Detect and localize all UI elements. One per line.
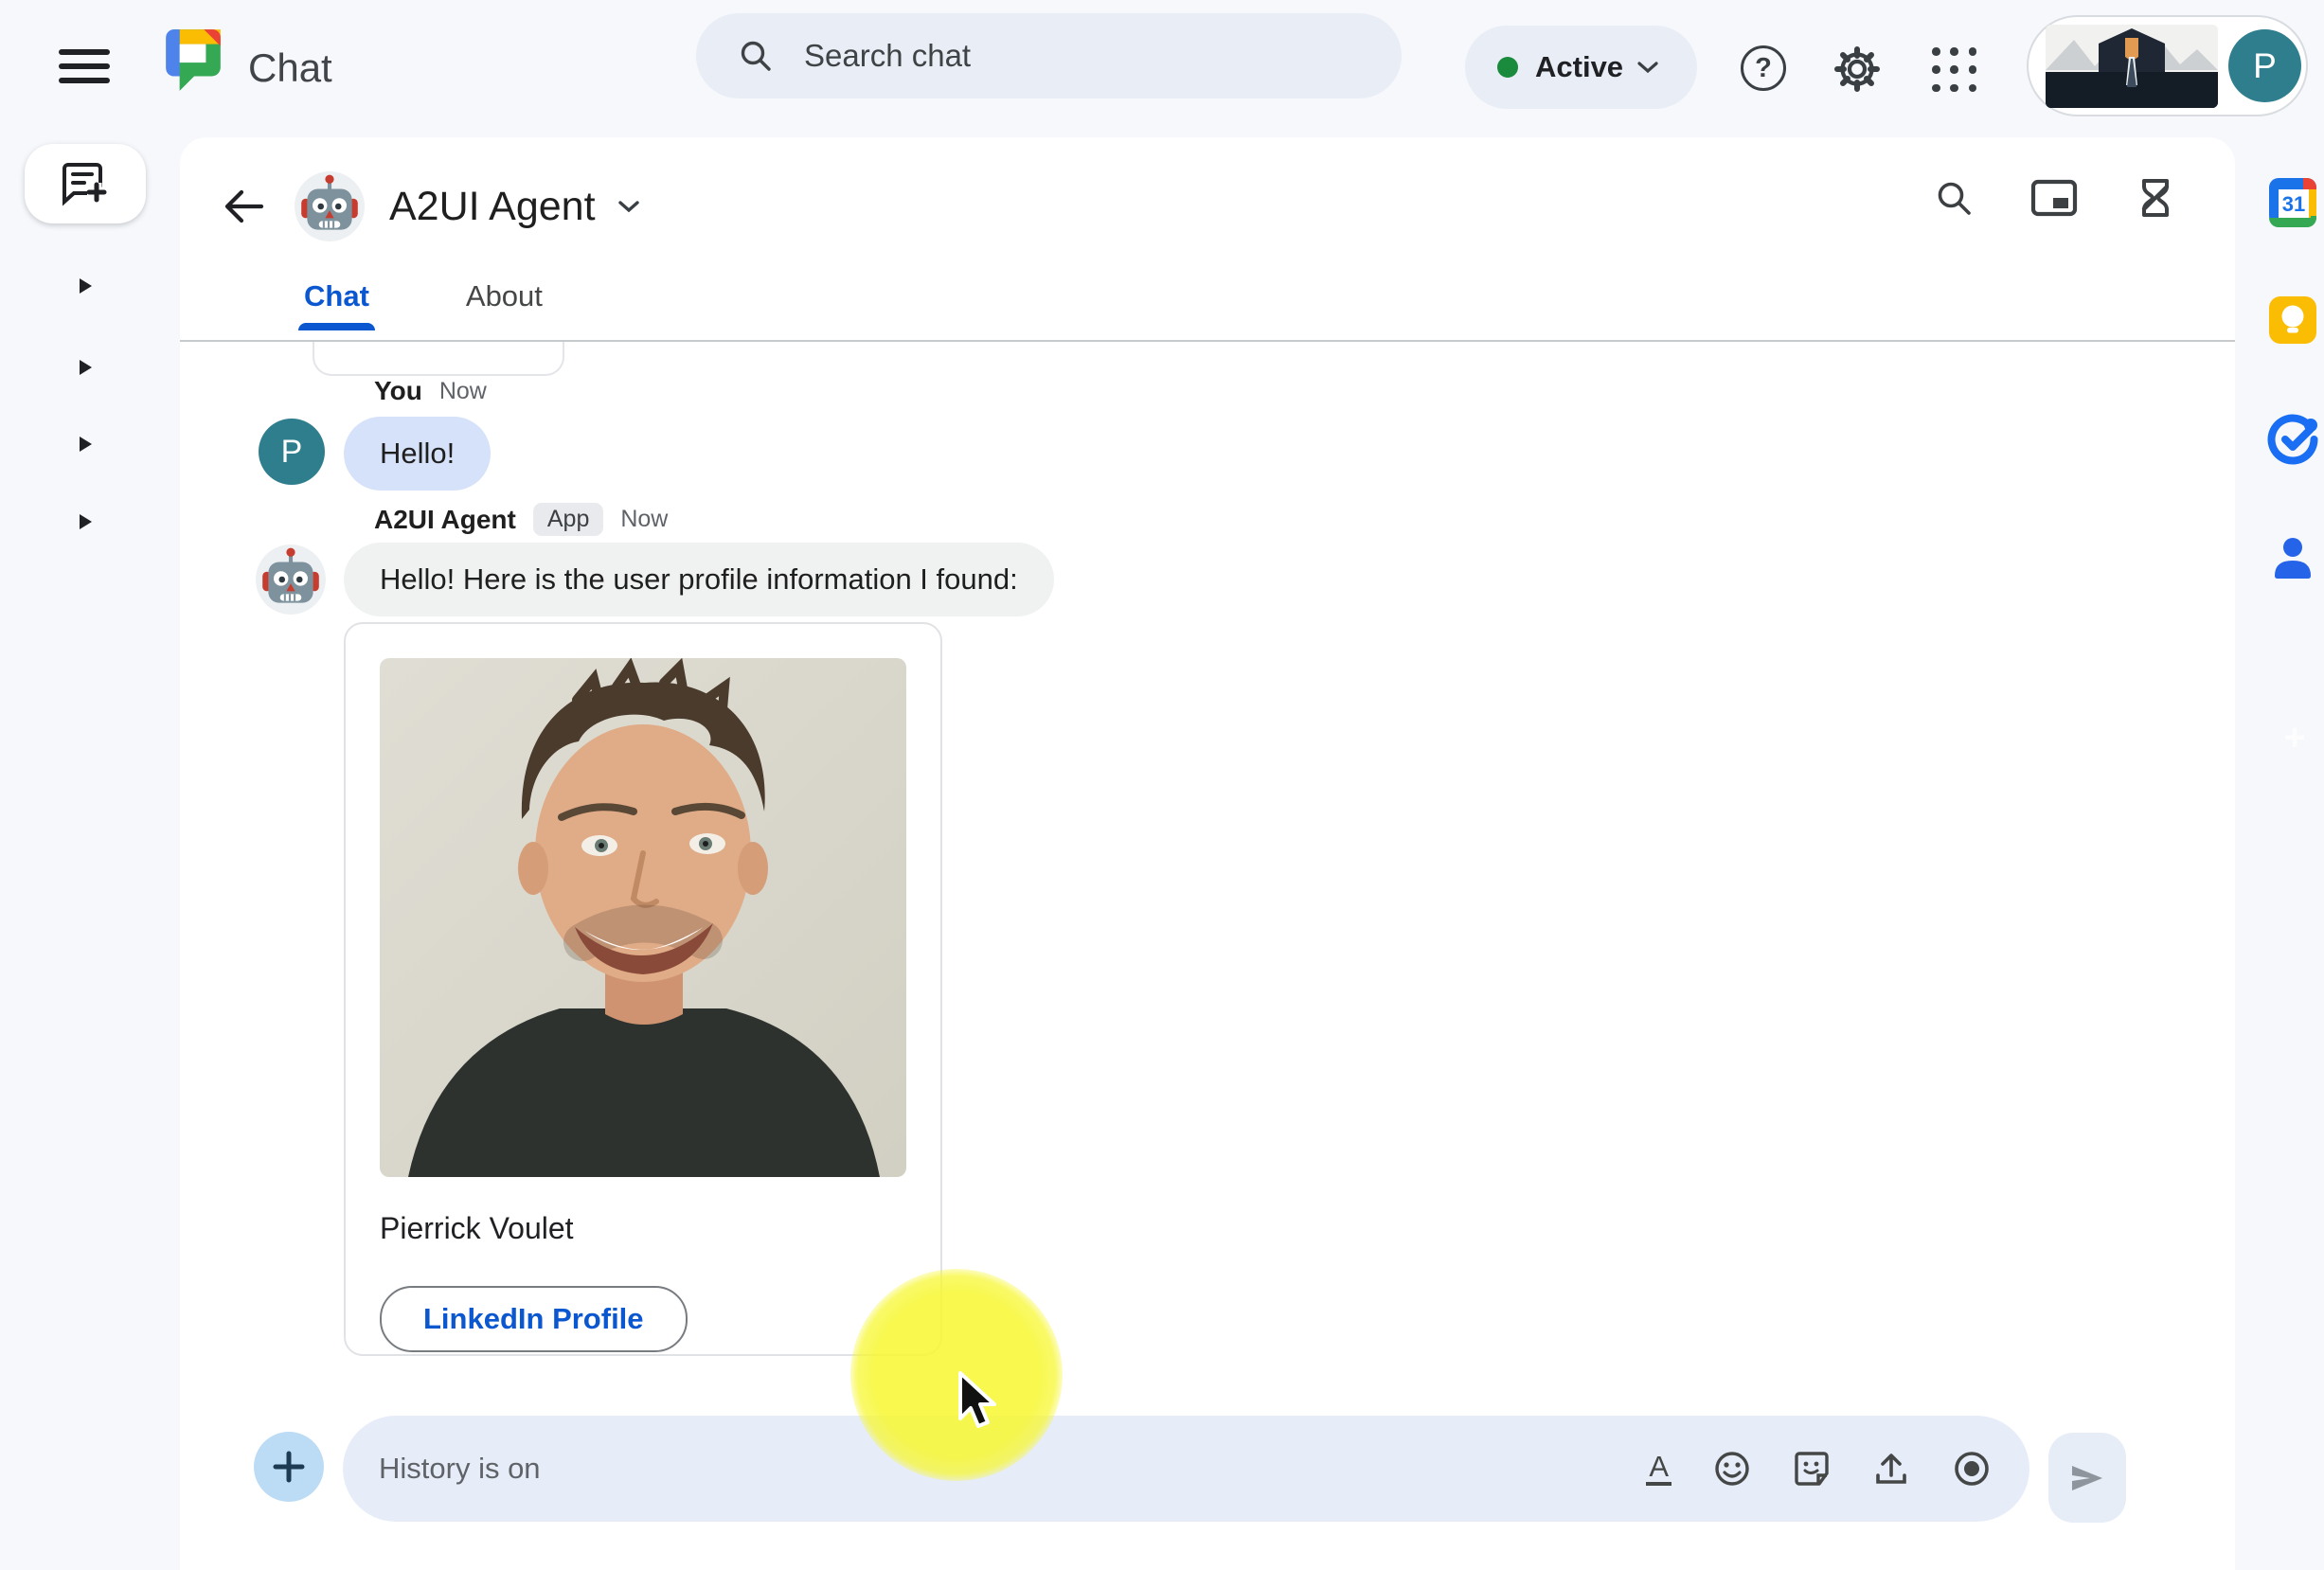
app-badge: App	[533, 503, 603, 536]
profile-card: Pierrick Voulet LinkedIn Profile	[344, 622, 942, 1356]
conversation-title: A2UI Agent	[389, 184, 596, 230]
status-label: Active	[1535, 50, 1623, 84]
calendar-icon[interactable]: 31	[2267, 176, 2318, 227]
profile-avatar[interactable]: P	[2228, 29, 2301, 102]
scrolled-previous-message	[313, 342, 564, 376]
get-addons-plus-icon[interactable]: +	[2279, 722, 2311, 754]
send-button[interactable]	[2048, 1433, 2126, 1523]
status-dot	[1497, 57, 1518, 78]
settings-gear-icon[interactable]	[1832, 44, 1883, 95]
apps-expander-icon[interactable]	[80, 514, 92, 529]
agent-avatar-robot	[256, 544, 326, 615]
apps-grid-icon[interactable]	[1932, 47, 1977, 93]
message-bubble-agent: Hello! Here is the user profile informat…	[344, 543, 1054, 616]
svg-text:31: 31	[2282, 192, 2305, 216]
sender-name: You	[374, 376, 422, 406]
message-header: You Now	[374, 376, 487, 406]
message-time: Now	[439, 378, 487, 405]
search-in-conversation-icon[interactable]	[1934, 178, 1974, 218]
message-time: Now	[620, 506, 668, 533]
tab-about[interactable]: About	[460, 279, 548, 330]
google-chat-logo	[156, 24, 226, 94]
upload-icon[interactable]	[1872, 1450, 1910, 1488]
message-composer[interactable]: A	[343, 1416, 2029, 1522]
sender-name: A2UI Agent	[374, 505, 516, 535]
new-chat-icon	[59, 157, 112, 210]
contacts-icon[interactable]	[2267, 532, 2318, 583]
account-switcher[interactable]: P	[2027, 15, 2308, 116]
history-hourglass-icon[interactable]	[2135, 177, 2176, 219]
message-bubble-user: Hello!	[344, 417, 491, 491]
status-selector[interactable]: Active	[1465, 26, 1697, 109]
shortcut-expander-icon[interactable]	[80, 278, 92, 294]
user-avatar: P	[259, 419, 325, 485]
chevron-down-icon	[1636, 60, 1659, 75]
workspace-artwork	[2046, 25, 2218, 108]
profile-photo	[380, 658, 906, 1177]
profile-name: Pierrick Voulet	[380, 1211, 906, 1246]
search-bar[interactable]	[696, 13, 1402, 98]
message-header: A2UI Agent App Now	[374, 503, 668, 536]
conversation-menu-chevron-icon[interactable]	[617, 198, 641, 215]
new-chat-button[interactable]	[25, 144, 146, 223]
linkedin-profile-button[interactable]: LinkedIn Profile	[380, 1286, 688, 1352]
keep-icon[interactable]	[2267, 294, 2318, 346]
google-chat-app: Chat Active ?	[0, 0, 2324, 1570]
robot-avatar	[295, 171, 365, 241]
emoji-icon[interactable]	[1713, 1450, 1751, 1488]
spaces-expander-icon[interactable]	[80, 437, 92, 452]
conversation-tabs: Chat About	[298, 279, 548, 330]
open-in-window-icon[interactable]	[2030, 179, 2078, 217]
app-title: Chat	[248, 45, 332, 91]
tasks-icon[interactable]	[2267, 414, 2318, 465]
tab-chat[interactable]: Chat	[298, 279, 375, 330]
help-icon[interactable]: ?	[1741, 45, 1786, 91]
direct-messages-expander-icon[interactable]	[80, 360, 92, 375]
back-arrow-icon[interactable]	[223, 189, 264, 223]
message-input[interactable]	[377, 1451, 1646, 1487]
conversation-panel: A2UI Agent Chat About	[180, 137, 2235, 1570]
conversation-header-actions	[1934, 177, 2176, 219]
integration-plus-button[interactable]	[254, 1432, 324, 1502]
sticker-icon[interactable]	[1793, 1450, 1831, 1488]
composer-actions: A	[1646, 1449, 1992, 1489]
search-input[interactable]	[802, 37, 1336, 75]
record-icon[interactable]	[1952, 1449, 1992, 1489]
menu-icon[interactable]	[59, 49, 110, 83]
search-icon	[738, 38, 774, 74]
format-icon[interactable]: A	[1646, 1452, 1671, 1486]
conversation-header: A2UI Agent	[223, 170, 641, 242]
